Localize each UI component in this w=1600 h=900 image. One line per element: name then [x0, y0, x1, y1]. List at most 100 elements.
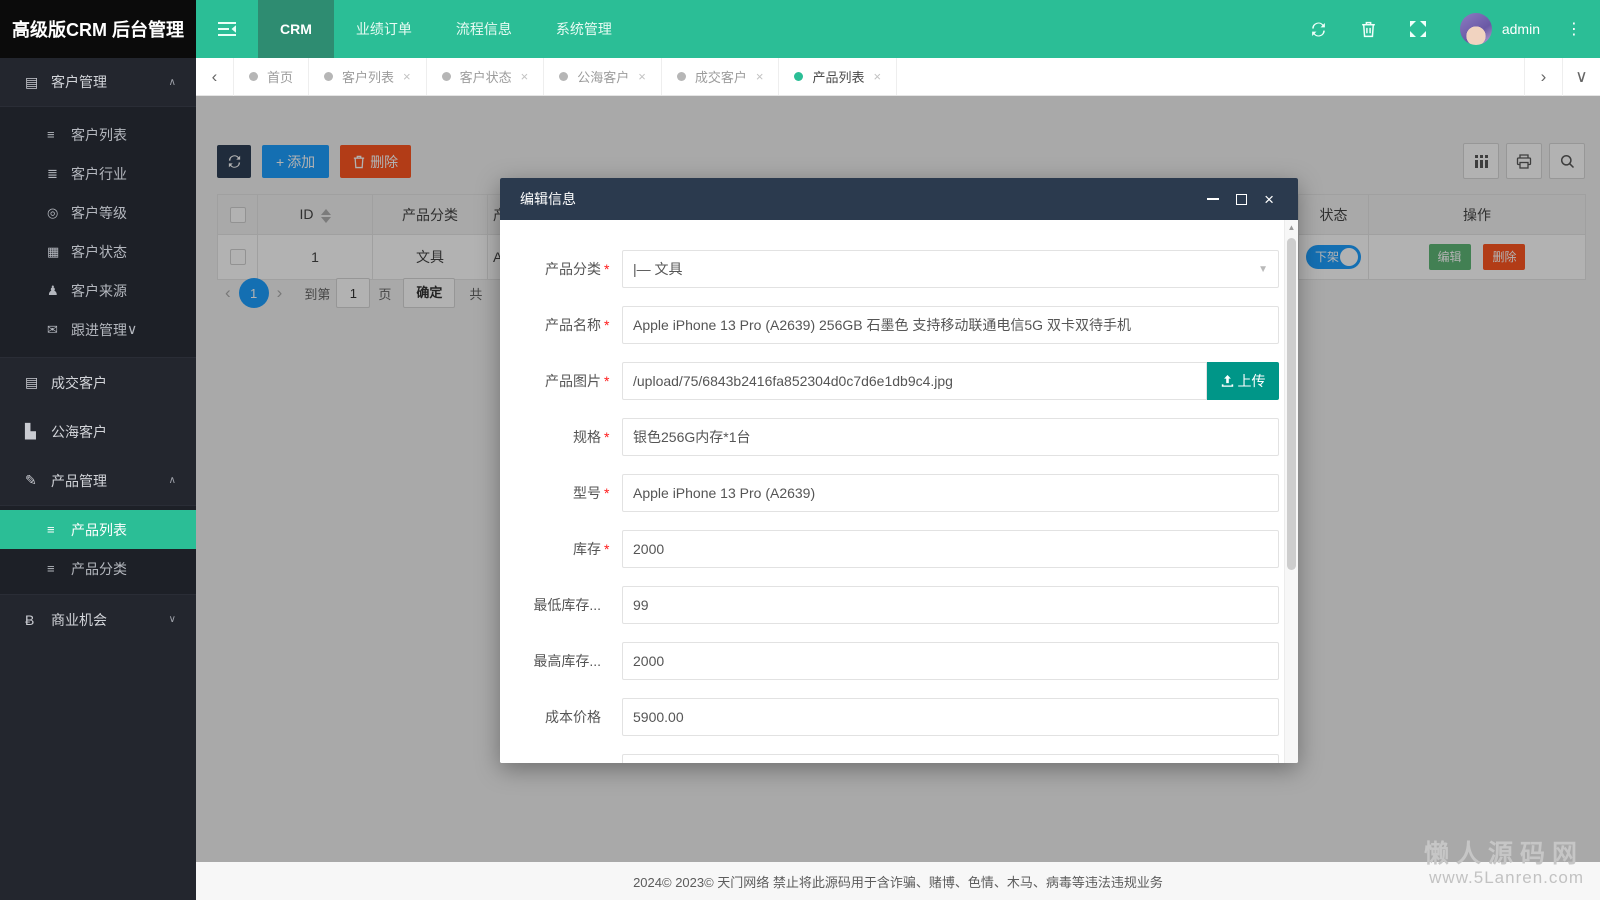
required-mark: * [604, 541, 610, 557]
close-icon[interactable]: × [873, 69, 881, 84]
nav-item-orders[interactable]: 业绩订单 [334, 0, 434, 58]
watermark-url: www.5Lanren.com [1429, 868, 1584, 888]
tab-dot [794, 72, 804, 81]
tab-customer-status[interactable]: 客户状态 × [427, 58, 545, 95]
sidebar-item-label: 客户状态 [71, 243, 127, 260]
tabs-scroll-left-button[interactable]: ‹ [196, 58, 234, 96]
sidebar-item-product-management[interactable]: ✎ 产品管理 ∧ [0, 456, 196, 505]
sidebar-item-business-opportunity[interactable]: Ƀ 商业机会 ∨ [0, 595, 196, 644]
field-label: 产品分类 [545, 261, 601, 277]
spec-input[interactable] [622, 418, 1279, 456]
tab-label: 首页 [267, 70, 294, 85]
sidebar-item-customer-management[interactable]: ▤ 客户管理 ∧ [0, 58, 196, 106]
required-mark: * [604, 261, 610, 277]
nav-item-process[interactable]: 流程信息 [434, 0, 534, 58]
tab-dot [559, 72, 569, 81]
edit-info-modal: 编辑信息 × 产品分类 * |— 文具 ▼ 产品名称 * 产品图片 * [500, 178, 1298, 763]
tabbar-spacer [897, 58, 1524, 95]
sidebar: 高级版CRM 后台管理 ▤ 客户管理 ∧ ≡ 客户列表 ≣ 客户行业 ◎ 客户等… [0, 0, 196, 900]
close-icon[interactable]: × [756, 69, 764, 84]
sidebar-item-label: 成交客户 [51, 374, 107, 391]
modal-scrollbar[interactable]: ▲ [1284, 220, 1298, 763]
form-row-name: 产品名称 * [515, 306, 1284, 344]
tabs-menu-button[interactable]: ∨ [1562, 58, 1600, 96]
close-icon[interactable]: × [403, 69, 411, 84]
nav-item-system[interactable]: 系统管理 [534, 0, 634, 58]
id-card-icon: ▤ [25, 73, 39, 90]
sale-price-input[interactable] [622, 754, 1279, 763]
chevron-up-icon: ∧ [168, 475, 176, 486]
select-caret-icon: ▼ [1258, 263, 1268, 275]
max-stock-input[interactable] [622, 642, 1279, 680]
collapse-menu-button[interactable] [196, 0, 258, 58]
tab-label: 产品列表 [812, 70, 865, 85]
form-row-image: 产品图片 * 上传 [515, 362, 1284, 400]
field-label: 产品名称 [545, 317, 601, 333]
sidebar-item-deal-customers[interactable]: ▤ 成交客户 [0, 358, 196, 407]
sidebar-item-customer-source[interactable]: ♟ 客户来源 [0, 271, 196, 310]
sidebar-item-product-category[interactable]: ≡ 产品分类 [0, 549, 196, 588]
chevron-up-icon: ∧ [168, 76, 176, 88]
nav-item-crm[interactable]: CRM [258, 0, 334, 58]
sidebar-item-customer-level[interactable]: ◎ 客户等级 [0, 193, 196, 232]
sidebar-item-product-list[interactable]: ≡ 产品列表 [0, 510, 196, 549]
chevron-down-icon: ∨ [168, 614, 176, 625]
field-label: 最高库存... [533, 653, 601, 669]
field-label: 成本价格 [545, 709, 601, 725]
tab-dot [441, 72, 451, 81]
required-mark: * [604, 373, 610, 389]
product-image-input[interactable] [622, 362, 1207, 400]
sidebar-item-public-customers[interactable]: ▙ 公海客户 [0, 407, 196, 456]
maximize-icon[interactable] [1236, 193, 1248, 205]
product-name-input[interactable] [622, 306, 1279, 344]
close-icon[interactable]: × [638, 69, 646, 84]
tab-public-customers[interactable]: 公海客户 × [544, 58, 662, 95]
scroll-up-icon[interactable]: ▲ [1285, 223, 1298, 232]
page-footer: 2024© 2023© 天门网络 禁止将此源码用于含诈骗、赌博、色情、木马、病毒… [196, 862, 1600, 900]
tab-product-list[interactable]: 产品列表 × [779, 58, 898, 95]
fullscreen-icon [1409, 21, 1426, 37]
upload-icon [1221, 374, 1233, 387]
header-right: admin ⋮ [1310, 13, 1600, 45]
min-stock-input[interactable] [622, 586, 1279, 624]
refresh-icon [1311, 22, 1325, 36]
form-row-cost-price: 成本价格 * [515, 698, 1284, 736]
tab-home[interactable]: 首页 [234, 58, 310, 95]
username[interactable]: admin [1502, 21, 1540, 37]
sidebar-item-followup-management[interactable]: ✉ 跟进管理 ∨ [0, 310, 196, 349]
cost-price-input[interactable] [622, 698, 1279, 736]
form-row-category: 产品分类 * |— 文具 ▼ [515, 250, 1284, 288]
chart-icon: ▙ [25, 423, 36, 439]
tab-dot [324, 72, 334, 81]
sidebar-item-label: 跟进管理 [71, 321, 127, 338]
user-avatar[interactable] [1459, 13, 1492, 45]
clear-cache-button[interactable] [1361, 21, 1376, 38]
fullscreen-button[interactable] [1409, 21, 1426, 37]
tab-label: 成交客户 [694, 70, 747, 85]
upload-button[interactable]: 上传 [1207, 362, 1279, 400]
scrollbar-thumb[interactable] [1287, 238, 1296, 570]
stock-input[interactable] [622, 530, 1279, 568]
tab-dot [249, 72, 258, 81]
refresh-button[interactable] [1310, 21, 1327, 38]
close-icon[interactable]: × [521, 69, 529, 84]
tabs-scroll-right-button[interactable]: › [1524, 58, 1562, 96]
required-mark: * [604, 429, 610, 445]
tab-deal-customers[interactable]: 成交客户 × [662, 58, 780, 95]
customer-submenu: ≡ 客户列表 ≣ 客户行业 ◎ 客户等级 ▦ 客户状态 ♟ 客户来源 ✉ 跟进管… [0, 106, 196, 358]
field-label: 产品图片 [545, 373, 601, 389]
more-menu-icon[interactable]: ⋮ [1566, 19, 1582, 39]
bars-icon: ≡ [47, 561, 55, 576]
sidebar-item-label: 产品管理 [51, 472, 107, 489]
minimize-icon[interactable] [1207, 198, 1220, 200]
sidebar-item-customer-list[interactable]: ≡ 客户列表 [0, 115, 196, 154]
sidebar-item-customer-status[interactable]: ▦ 客户状态 [0, 232, 196, 271]
model-input[interactable] [622, 474, 1279, 512]
tab-label: 客户列表 [342, 70, 395, 85]
sidebar-item-customer-industry[interactable]: ≣ 客户行业 [0, 154, 196, 193]
tab-customer-list[interactable]: 客户列表 × [309, 58, 427, 95]
close-icon[interactable]: × [1264, 191, 1274, 208]
form-row-min-stock: 最低库存... * [515, 586, 1284, 624]
field-label: 规格 [573, 429, 601, 445]
category-select[interactable]: |— 文具 ▼ [622, 250, 1279, 288]
